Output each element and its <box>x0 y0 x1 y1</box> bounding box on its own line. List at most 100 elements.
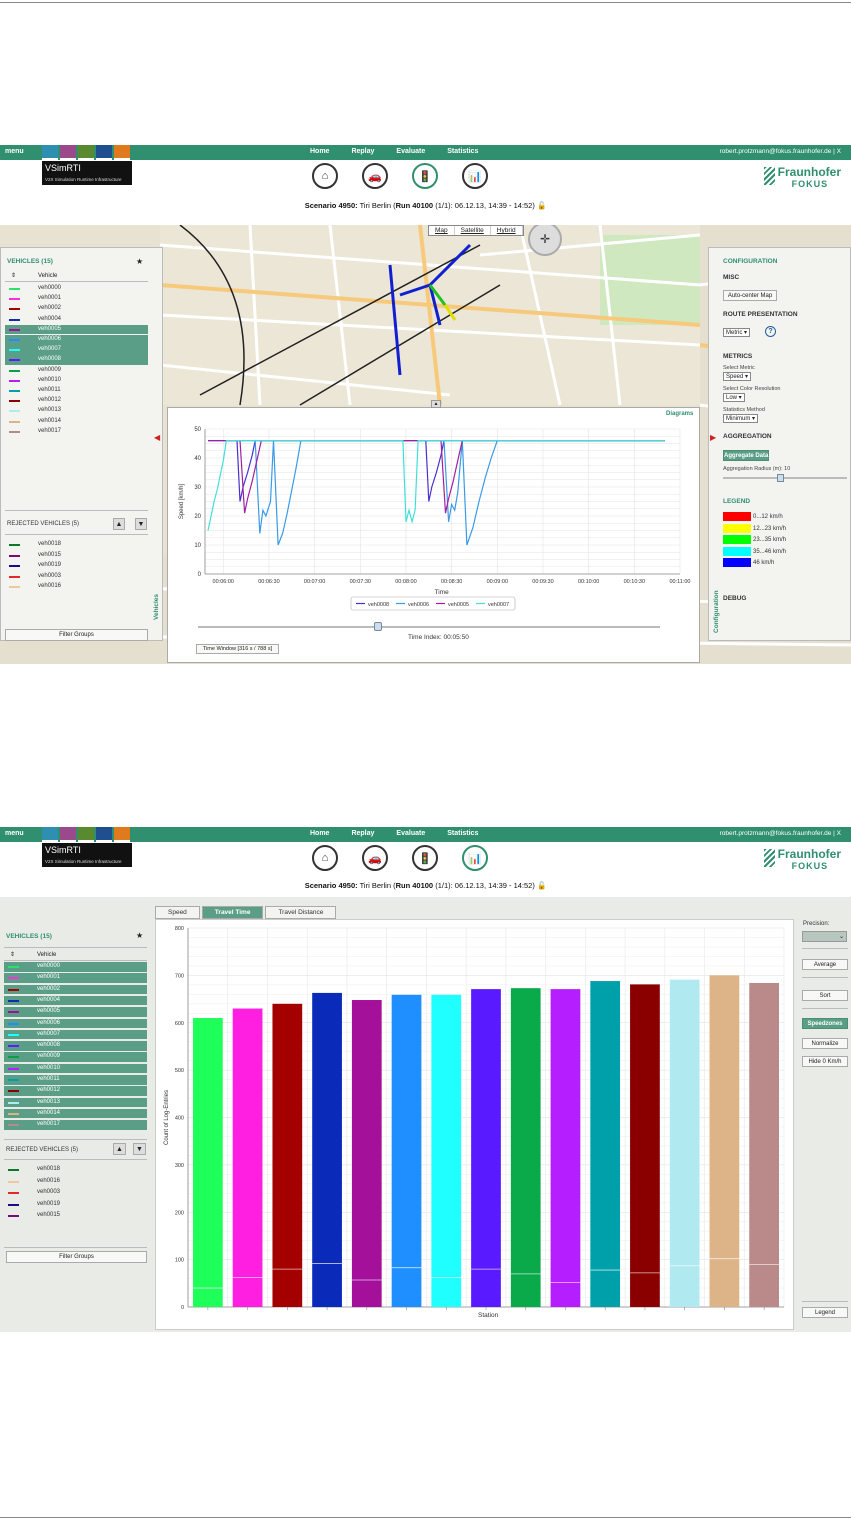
app-tile-2[interactable] <box>78 145 94 160</box>
vehicle-column-header[interactable]: Vehicle <box>38 273 57 279</box>
list-item[interactable]: veh0005 <box>4 1007 147 1017</box>
aggregation-radius-slider[interactable] <box>723 477 847 479</box>
move-down-icon[interactable]: ▼ <box>135 518 147 530</box>
list-item[interactable]: veh0016 <box>4 1177 147 1187</box>
list-item[interactable]: veh0002 <box>4 984 147 995</box>
list-item[interactable]: veh0019 <box>5 561 148 571</box>
filter-groups-button[interactable]: Filter Groups <box>6 1251 147 1263</box>
average-button[interactable]: Average <box>802 959 848 970</box>
legend-button[interactable]: Legend <box>802 1307 848 1318</box>
list-item[interactable]: veh0013 <box>5 406 148 416</box>
app-tile-3[interactable] <box>96 827 112 842</box>
map-type-map[interactable]: Map <box>429 226 455 235</box>
precision-select[interactable]: ⌄ <box>802 931 847 942</box>
app-tile-4[interactable] <box>114 827 130 842</box>
list-item[interactable]: veh0004 <box>5 315 148 325</box>
menu-button[interactable]: menu <box>5 148 24 155</box>
list-item[interactable]: veh0010 <box>4 1063 147 1074</box>
nav-statistics[interactable]: Statistics <box>447 830 478 837</box>
help-icon[interactable]: ? <box>765 326 776 337</box>
vehicles-tab[interactable]: Vehicles <box>153 594 160 620</box>
menu-button[interactable]: menu <box>5 830 24 837</box>
sort-icon[interactable]: ⇕ <box>10 951 15 958</box>
list-item[interactable]: veh0004 <box>4 995 147 1006</box>
move-up-icon[interactable]: ▲ <box>113 1143 126 1155</box>
list-item[interactable]: veh0017 <box>5 427 148 437</box>
app-tile-3[interactable] <box>96 145 112 160</box>
list-item[interactable]: veh0009 <box>4 1052 147 1062</box>
list-item[interactable]: veh0012 <box>4 1086 147 1096</box>
list-item[interactable]: veh0000 <box>4 962 147 972</box>
user-email[interactable]: robert.protzmann@fokus.fraunhofer.de | X <box>720 148 841 155</box>
move-down-icon[interactable]: ▼ <box>133 1143 146 1155</box>
list-item[interactable]: veh0007 <box>5 345 148 355</box>
list-item[interactable]: veh0001 <box>4 973 147 983</box>
list-item[interactable]: veh0012 <box>5 396 148 406</box>
list-item[interactable]: veh0008 <box>4 1041 147 1051</box>
list-item[interactable]: veh0011 <box>5 386 148 396</box>
auto-center-map-button[interactable]: Auto-center Map <box>723 290 777 301</box>
nav-statistics[interactable]: Statistics <box>447 148 478 155</box>
time-index-slider[interactable] <box>198 626 660 628</box>
list-item[interactable]: veh0006 <box>5 335 148 345</box>
collapse-right-icon[interactable]: ▶ <box>710 433 716 442</box>
list-item[interactable]: veh0009 <box>5 366 148 376</box>
list-item[interactable]: veh0007 <box>4 1029 147 1040</box>
aggregate-data-button[interactable]: Aggregate Data <box>723 450 769 461</box>
sort-button[interactable]: Sort <box>802 990 848 1001</box>
list-item[interactable]: veh0016 <box>5 582 148 592</box>
vehicle-column-header[interactable]: Vehicle <box>37 952 56 958</box>
map-type-satellite[interactable]: Satellite <box>455 226 491 235</box>
list-item[interactable]: veh0014 <box>4 1108 147 1119</box>
expand-up-icon[interactable]: ▲ <box>431 400 441 408</box>
list-item[interactable]: veh0008 <box>5 355 148 365</box>
list-item[interactable]: veh0000 <box>5 284 148 294</box>
nav-evaluate[interactable]: Evaluate <box>396 830 425 837</box>
map-view[interactable]: Map Satellite Hybrid ✛ VEHICLES (15) ★ ⇕ V… <box>0 225 851 664</box>
list-item[interactable]: veh0011 <box>4 1075 147 1085</box>
replay-car-icon[interactable]: 🚗 <box>362 845 388 871</box>
star-icon[interactable]: ★ <box>136 257 143 266</box>
app-tile-4[interactable] <box>114 145 130 160</box>
app-tile-1[interactable] <box>60 145 76 160</box>
list-item[interactable]: veh0018 <box>5 540 148 550</box>
list-item[interactable]: veh0001 <box>5 294 148 304</box>
tab-travel-distance[interactable]: Travel Distance <box>265 906 337 919</box>
tab-speed[interactable]: Speed <box>155 906 200 919</box>
unlock-icon[interactable]: 🔓 <box>537 201 546 210</box>
slider-handle[interactable] <box>777 474 784 482</box>
list-item[interactable]: veh0003 <box>5 572 148 582</box>
list-item[interactable]: veh0014 <box>5 417 148 427</box>
replay-car-icon[interactable]: 🚗 <box>362 163 388 189</box>
home-icon[interactable]: ⌂ <box>312 845 338 871</box>
app-tile-0[interactable] <box>42 827 58 842</box>
tab-travel-time[interactable]: Travel Time <box>201 906 264 919</box>
list-item[interactable]: veh0017 <box>4 1120 147 1130</box>
list-item[interactable]: veh0005 <box>5 324 148 335</box>
nav-home[interactable]: Home <box>310 830 329 837</box>
nav-replay[interactable]: Replay <box>351 148 374 155</box>
list-item[interactable]: veh0019 <box>4 1200 147 1210</box>
metric-dropdown[interactable]: Speed ▾ <box>723 372 752 381</box>
list-item[interactable]: veh0018 <box>4 1165 147 1175</box>
collapse-left-icon[interactable]: ◀ <box>154 433 160 442</box>
nav-evaluate[interactable]: Evaluate <box>396 148 425 155</box>
hide-zero-kmh-button[interactable]: Hide 0 Km/h <box>802 1056 848 1067</box>
evaluate-traffic-light-icon[interactable]: 🚦 <box>412 845 438 871</box>
sort-icon[interactable]: ⇕ <box>11 272 16 279</box>
time-slider-handle[interactable] <box>374 622 382 631</box>
map-type-hybrid[interactable]: Hybrid <box>491 226 523 235</box>
app-tile-1[interactable] <box>60 827 76 842</box>
app-tile-2[interactable] <box>78 827 94 842</box>
app-tile-0[interactable] <box>42 145 58 160</box>
normalize-button[interactable]: Normalize <box>802 1038 848 1049</box>
evaluate-traffic-light-icon[interactable]: 🚦 <box>412 163 438 189</box>
user-email[interactable]: robert.protzmann@fokus.fraunhofer.de | X <box>720 830 841 837</box>
move-up-icon[interactable]: ▲ <box>113 518 125 530</box>
filter-groups-button[interactable]: Filter Groups <box>5 629 148 641</box>
list-item[interactable]: veh0013 <box>4 1097 147 1108</box>
configuration-tab[interactable]: Configuration <box>713 590 720 633</box>
nav-home[interactable]: Home <box>310 148 329 155</box>
statistics-method-dropdown[interactable]: Minimum ▾ <box>723 414 759 423</box>
list-item[interactable]: veh0015 <box>4 1211 147 1221</box>
